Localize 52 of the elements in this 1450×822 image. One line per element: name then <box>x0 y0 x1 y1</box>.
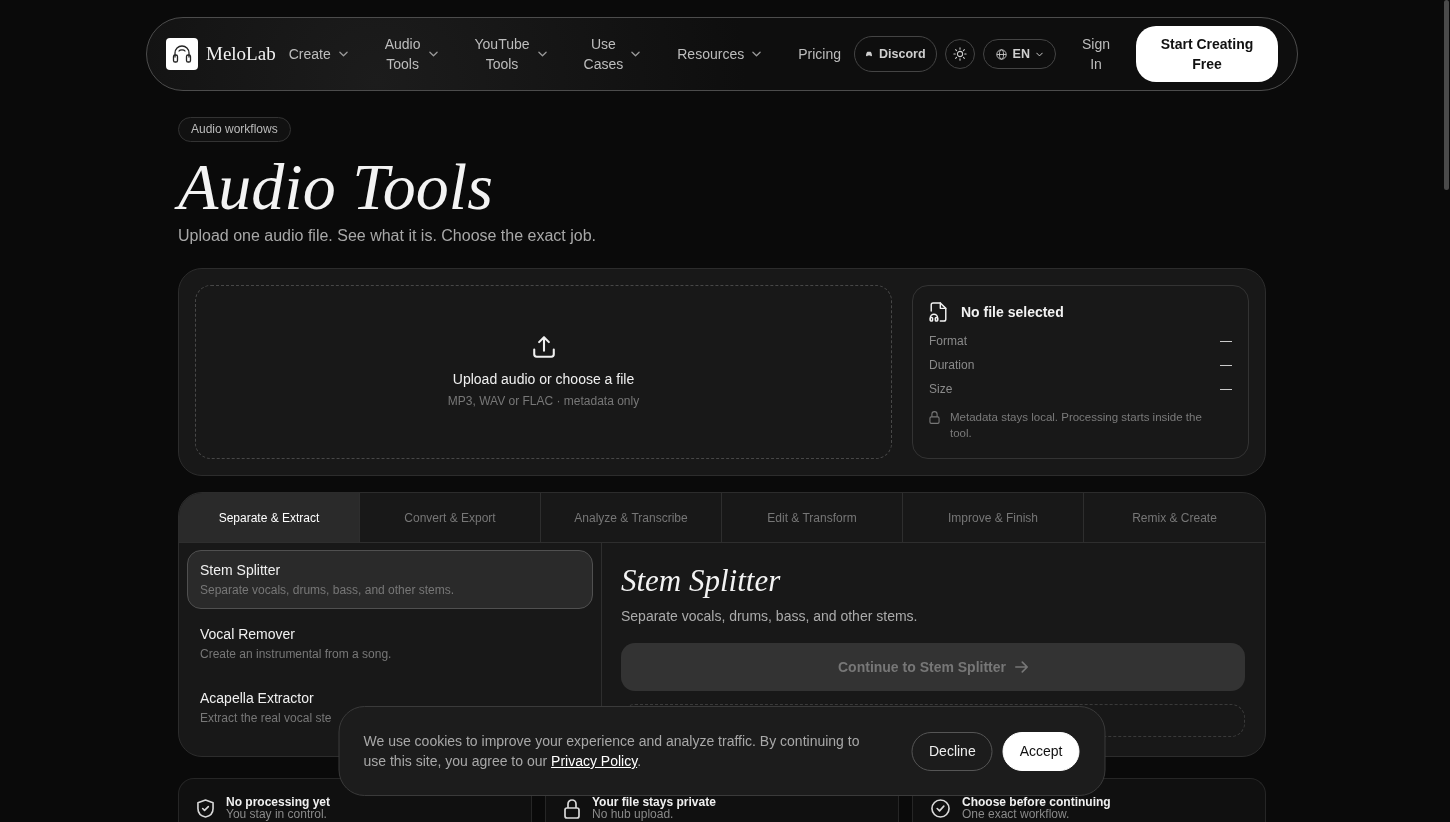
category-tab[interactable]: Separate & Extract <box>179 493 360 542</box>
lock-icon <box>929 411 940 424</box>
nav-menu-link[interactable]: Resources <box>677 44 762 64</box>
nav-menu-link[interactable]: Pricing <box>798 44 841 64</box>
category-tag: Audio workflows <box>178 117 291 142</box>
feature-title: No processing yet <box>226 796 331 808</box>
scrollbar-thumb[interactable] <box>1444 0 1449 190</box>
metadata-value: — <box>1220 334 1232 348</box>
decline-button[interactable]: Decline <box>912 731 993 771</box>
check-circle-icon <box>931 799 950 818</box>
feature-subtitle: You stay in control. <box>226 808 327 820</box>
feature-subtitle: One exact workflow. <box>962 808 1070 820</box>
metadata-value: — <box>1220 382 1232 396</box>
category-tab[interactable]: Edit & Transform <box>722 493 903 542</box>
globe-icon <box>995 48 1007 60</box>
start-creating-button[interactable]: Start Creating Free <box>1136 26 1278 82</box>
tool-list-item[interactable]: Vocal Remover Create an instrumental from a song. <box>187 614 593 673</box>
category-tab[interactable]: Convert & Export <box>360 493 541 542</box>
chevron-down-icon <box>1035 51 1043 57</box>
controller-icon <box>865 51 874 57</box>
accept-button[interactable]: Accept <box>1002 731 1080 771</box>
file-status-title: No file selected <box>961 304 1064 320</box>
privacy-note: Metadata stays local. Processing starts inside the tool. <box>950 410 1203 441</box>
page-subtitle: Upload one audio file. See what it is. Choose the exact job. <box>178 226 597 246</box>
tool-title: Stem Splitter <box>621 563 781 599</box>
metadata-label: Size <box>929 382 953 396</box>
audio-file-icon <box>929 302 948 322</box>
upload-dropzone[interactable]: Upload audio or choose a file MP3, WAV or FLAC · metadata only <box>195 285 892 459</box>
lock-icon <box>564 799 580 819</box>
headphones-logo-icon[interactable] <box>166 38 198 70</box>
shield-check-icon <box>197 799 214 818</box>
category-tab[interactable]: Improve & Finish <box>903 493 1084 542</box>
metadata-value: — <box>1220 358 1232 372</box>
feature-title: Your file stays private <box>592 796 716 808</box>
tool-description: Separate vocals, drums, bass, and other stems. <box>621 607 918 625</box>
nav-menu-link[interactable]: YouTube Tools <box>474 34 547 74</box>
tool-list-item[interactable]: Stem Splitter Separate vocals, drums, bass, and other stems. <box>187 550 593 609</box>
category-tab[interactable]: Analyze & Transcribe <box>541 493 722 542</box>
arrow-right-icon <box>1015 661 1028 673</box>
nav-menu-link[interactable]: Use Cases <box>583 34 641 74</box>
category-tab[interactable]: Remix & Create <box>1084 493 1265 542</box>
feature-title: Choose before continuing <box>962 796 1111 808</box>
nav-menu-link[interactable]: Audio Tools <box>384 34 438 74</box>
upload-icon <box>532 335 555 358</box>
nav-menu-link[interactable]: Create <box>288 44 348 64</box>
feature-subtitle: No hub upload. <box>592 808 674 820</box>
sun-icon <box>952 47 967 61</box>
cookie-message: We use cookies to improve your experience and analyze traffic. By continuing to use this site, you agree to our Privacy Policy. <box>363 732 861 771</box>
brand-name[interactable]: MeloLab <box>206 43 276 65</box>
metadata-label: Format <box>929 334 967 348</box>
sign-in-link[interactable]: Sign In <box>1081 34 1110 74</box>
metadata-label: Duration <box>929 358 975 372</box>
